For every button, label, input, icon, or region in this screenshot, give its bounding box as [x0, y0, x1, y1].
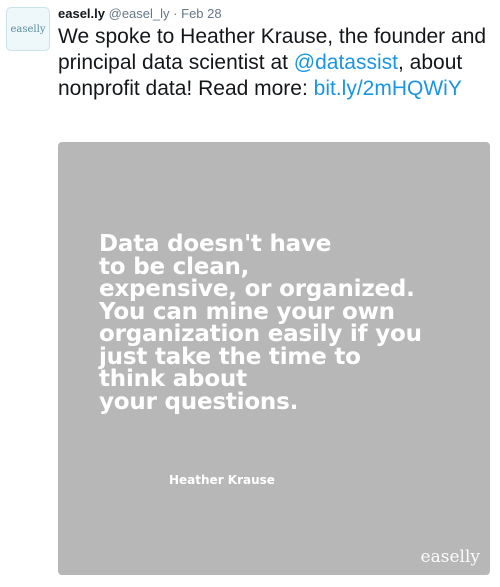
separator-dot: · [173, 6, 178, 21]
media-image[interactable]: Data doesn't have to be clean, expensive… [58, 142, 490, 575]
user-handle[interactable]: @easel_ly [109, 6, 170, 21]
mention-link[interactable]: @datassist [294, 51, 398, 74]
display-name[interactable]: easel.ly [58, 6, 105, 21]
avatar-logo-text: easelly [10, 23, 46, 35]
tweet-text: We spoke to Heather Krause, the founder … [58, 24, 498, 102]
quote-text: Data doesn't have to be clean, expensive… [99, 231, 422, 415]
url-link[interactable]: bit.ly/2mHQWiY [314, 77, 462, 100]
watermark-logo: easelly [420, 547, 480, 567]
tweet-date[interactable]: Feb 28 [181, 6, 221, 21]
tweet: easelly easel.ly @easel_ly · Feb 28 We s… [0, 0, 500, 587]
quote-author: Heather Krause [169, 473, 275, 487]
avatar[interactable]: easelly [6, 7, 50, 51]
tweet-header: easel.ly @easel_ly · Feb 28 [58, 6, 222, 22]
